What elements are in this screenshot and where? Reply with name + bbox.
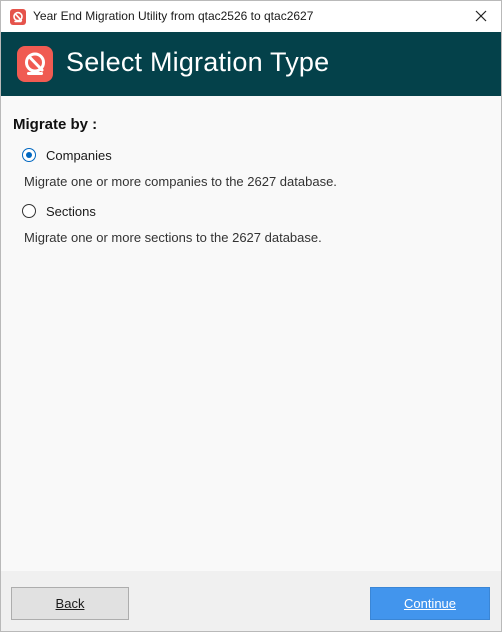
companies-label[interactable]: Companies	[46, 148, 112, 163]
app-logo-icon	[10, 9, 26, 25]
page-header: Select Migration Type	[1, 32, 501, 96]
main-content: Migrate by : Companies Migrate one or mo…	[1, 96, 501, 571]
sections-description: Migrate one or more sections to the 2627…	[24, 230, 322, 245]
continue-button[interactable]: Continue	[370, 587, 490, 620]
title-bar: Year End Migration Utility from qtac2526…	[1, 1, 501, 32]
page-title: Select Migration Type	[66, 47, 330, 77]
companies-radio[interactable]	[22, 148, 36, 162]
sections-radio[interactable]	[22, 204, 36, 218]
back-button[interactable]: Back	[11, 587, 129, 620]
window-title: Year End Migration Utility from qtac2526…	[33, 9, 314, 23]
companies-description: Migrate one or more companies to the 262…	[24, 174, 337, 189]
migrate-by-label: Migrate by :	[13, 116, 98, 133]
close-icon	[475, 10, 487, 22]
app-logo-icon	[17, 46, 53, 82]
migration-utility-window: Year End Migration Utility from qtac2526…	[0, 0, 502, 632]
sections-label[interactable]: Sections	[46, 204, 96, 219]
footer-bar: Back Continue	[1, 571, 501, 631]
close-button[interactable]	[461, 1, 501, 32]
